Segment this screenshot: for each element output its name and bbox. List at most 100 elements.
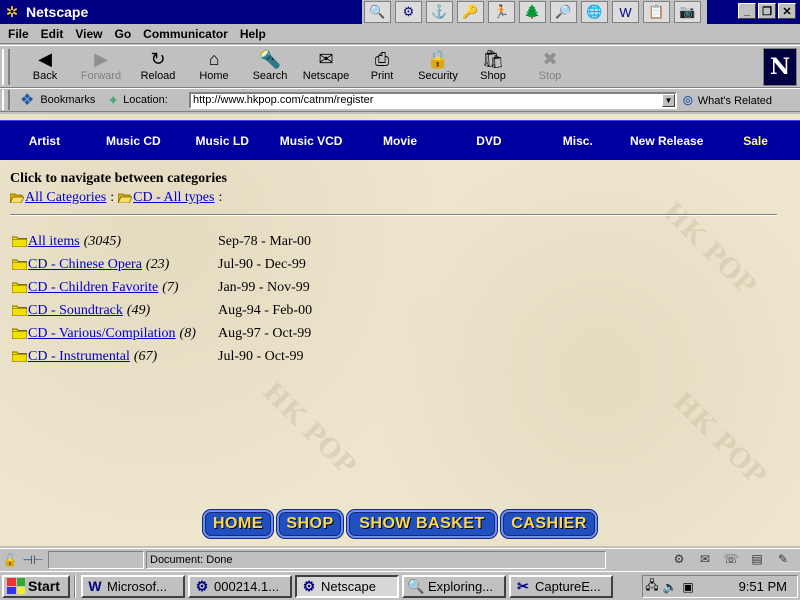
back-label: Back [32, 70, 58, 82]
task-label: CaptureE... [535, 578, 601, 594]
whats-related-button[interactable]: ⊚ What's Related [682, 92, 772, 109]
quicklaunch-icon[interactable]: 🔑 [457, 1, 484, 23]
task-label: Microsof... [107, 578, 167, 594]
home-button[interactable]: ⌂ Home [186, 48, 242, 88]
quicklaunch-icon[interactable]: 🔎 [550, 1, 577, 23]
whats-related-icon: ⊚ [682, 92, 694, 108]
discussions-icon[interactable]: ☏ [718, 551, 744, 567]
task-button-microsof[interactable]: W Microsof... [81, 574, 185, 598]
category-date-range: Jul-90 - Dec-99 [218, 256, 306, 272]
menu-file[interactable]: File [8, 27, 29, 41]
netscape-logo[interactable]: N [763, 48, 797, 86]
task-button-exploring[interactable]: 🔍 Exploring... [402, 574, 506, 598]
security-button[interactable]: 🔒 Security [410, 48, 466, 88]
url-dropdown-icon[interactable]: ▼ [662, 94, 675, 107]
category-link[interactable]: CD - Instrumental [28, 349, 130, 365]
component-bar: ⚙ ✉ ☏ ▤ ✎ [666, 551, 796, 567]
task-button-000214-1[interactable]: ⚙ 000214.1... [188, 574, 292, 598]
task-icon: 🔍 [407, 577, 425, 594]
folder-open-icon [10, 193, 24, 203]
breadcrumb-all-categories[interactable]: All Categories [25, 190, 106, 206]
back-button[interactable]: ◀ Back [17, 48, 73, 88]
quicklaunch-icons: 🔍 ⚙ ⚓ 🔑 🏃 🌲 🔎 🌐 W 📋 📷 [362, 0, 707, 24]
back-icon: ◀ [38, 49, 52, 69]
quicklaunch-icon[interactable]: W [612, 1, 639, 23]
menu-view[interactable]: View [75, 27, 102, 41]
quicklaunch-icon[interactable]: 🔍 [364, 1, 391, 23]
netscape-button[interactable]: ✉ Netscape [298, 48, 354, 88]
title-bar: ✲ Netscape 🔍 ⚙ ⚓ 🔑 🏃 🌲 🔎 🌐 W 📋 📷 _ ❐ ✕ [0, 0, 800, 24]
menu-go[interactable]: Go [114, 27, 131, 41]
task-button-capturee[interactable]: ✂ CaptureE... [509, 574, 613, 598]
category-nav-music-vcd[interactable]: Music VCD [267, 134, 356, 148]
online-status-icon[interactable]: ⊣⊢ [20, 553, 46, 567]
quicklaunch-icon[interactable]: ⚙ [395, 1, 422, 23]
category-nav-artist[interactable]: Artist [0, 134, 89, 148]
reload-button[interactable]: ↻ Reload [130, 48, 186, 88]
system-tray: 🖧 🔈 ▣ 9:51 PM [642, 575, 798, 598]
forward-button[interactable]: ▶ Forward [73, 48, 129, 88]
display-tray-icon[interactable]: ▣ [679, 580, 697, 594]
watermark-text: HK POP [656, 196, 762, 302]
category-nav-new-release[interactable]: New Release [622, 134, 711, 148]
folder-icon [11, 282, 28, 294]
task-button-netscape[interactable]: ⚙ Netscape [295, 574, 399, 598]
taskbar: Start W Microsof... ⚙ 000214.1... ⚙ Netscape 🔍… [0, 571, 800, 600]
cashier-button[interactable]: CASHIER [501, 510, 597, 538]
page-proxy-icon[interactable]: ✦ [107, 92, 119, 109]
security-icon: 🔒 [426, 49, 450, 69]
category-nav-misc[interactable]: Misc. [533, 134, 622, 148]
breadcrumb-cd-all-types[interactable]: CD - All types [133, 190, 214, 206]
quicklaunch-icon[interactable]: 🌲 [519, 1, 546, 23]
network-tray-icon[interactable]: 🖧 [643, 576, 661, 597]
category-nav-music-cd[interactable]: Music CD [89, 134, 178, 148]
clock[interactable]: 9:51 PM [739, 579, 787, 594]
category-row: All items (3045) Sep-78 - Mar-00 [11, 230, 412, 253]
url-input[interactable]: http://www.hkpop.com/catnm/register ▼ [189, 92, 677, 109]
shop-button[interactable]: SHOP [277, 510, 343, 538]
category-nav-sale[interactable]: Sale [711, 134, 800, 148]
menu-help[interactable]: Help [240, 27, 266, 41]
window-controls: _ ❐ ✕ [736, 3, 796, 19]
quicklaunch-icon[interactable]: 📷 [674, 1, 701, 23]
category-nav-music-ld[interactable]: Music LD [178, 134, 267, 148]
netscape-app-icon[interactable]: ✲ [3, 3, 21, 21]
menu-communicator[interactable]: Communicator [143, 27, 228, 41]
folder-icon [11, 236, 28, 248]
navigator-icon[interactable]: ⚙ [666, 551, 692, 567]
page-heading: Click to navigate between categories [10, 171, 227, 186]
category-link[interactable]: All items [28, 234, 80, 250]
quicklaunch-icon[interactable]: 🏃 [488, 1, 515, 23]
bookmarks-button[interactable]: ❖ Bookmarks [20, 90, 95, 110]
category-date-range: Sep-78 - Mar-00 [218, 233, 312, 249]
mailbox-icon[interactable]: ✉ [692, 551, 718, 567]
category-link[interactable]: CD - Chinese Opera [28, 257, 142, 273]
quicklaunch-icon[interactable]: 📋 [643, 1, 670, 23]
start-button[interactable]: Start [2, 574, 70, 598]
volume-tray-icon[interactable]: 🔈 [661, 580, 679, 594]
folder-icon [11, 351, 28, 363]
minimize-button[interactable]: _ [738, 3, 756, 19]
menu-edit[interactable]: Edit [41, 27, 64, 41]
quicklaunch-icon[interactable]: 🌐 [581, 1, 608, 23]
category-nav-dvd[interactable]: DVD [444, 134, 533, 148]
home-button[interactable]: HOME [203, 510, 273, 538]
quicklaunch-icon[interactable]: ⚓ [426, 1, 453, 23]
show-basket-button[interactable]: SHOW BASKET [347, 510, 497, 538]
toolbar-grip[interactable] [2, 90, 10, 110]
category-nav-movie[interactable]: Movie [356, 134, 445, 148]
category-link[interactable]: CD - Soundtrack [28, 303, 123, 319]
print-button[interactable]: ⎙ Print [354, 48, 410, 88]
close-button[interactable]: ✕ [778, 3, 796, 19]
security-lock-icon[interactable]: 🔓 [0, 553, 20, 567]
status-bar: 🔓 ⊣⊢ Document: Done ⚙ ✉ ☏ ▤ ✎ [0, 548, 800, 570]
restore-button[interactable]: ❐ [758, 3, 776, 19]
composer-icon[interactable]: ✎ [770, 551, 796, 567]
search-button[interactable]: 🔦 Search [242, 48, 298, 88]
stop-button[interactable]: ✖ Stop [522, 48, 578, 88]
toolbar-grip[interactable] [2, 49, 10, 85]
address-book-icon[interactable]: ▤ [744, 551, 770, 567]
category-link[interactable]: CD - Children Favorite [28, 280, 158, 296]
shop-button[interactable]: 🛍 Shop [465, 48, 521, 88]
category-link[interactable]: CD - Various/Compilation [28, 326, 176, 342]
